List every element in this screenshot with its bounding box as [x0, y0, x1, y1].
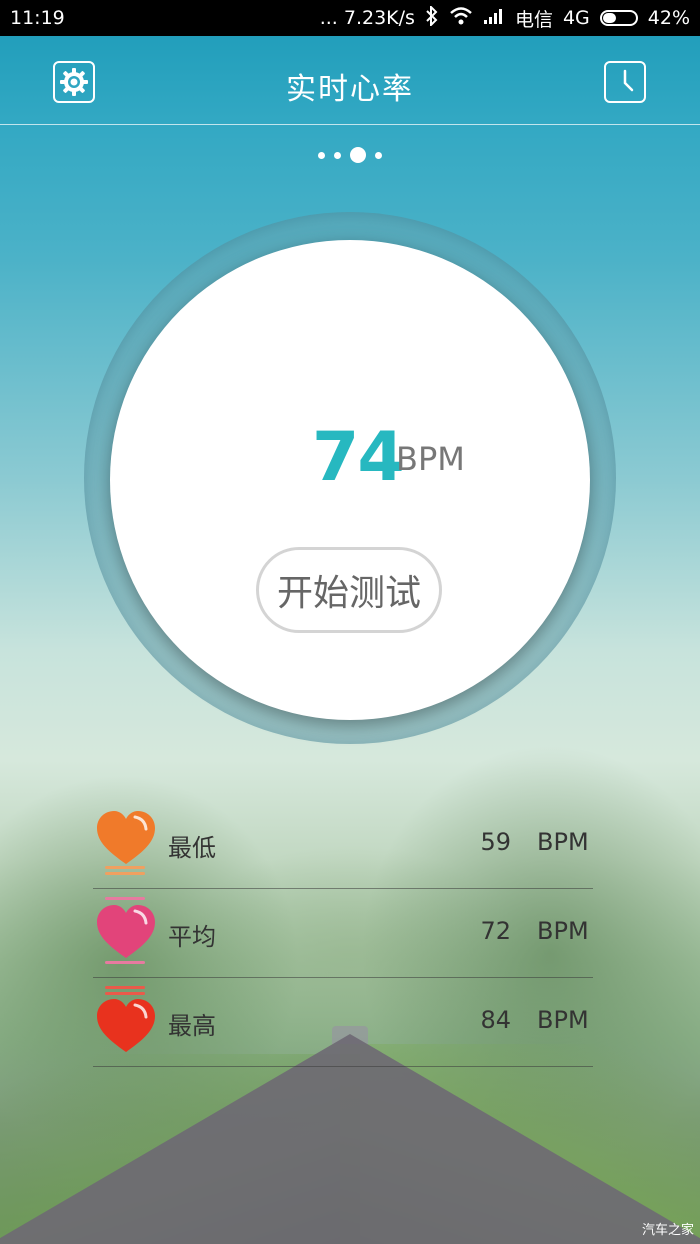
carrier-name: 电信 — [514, 8, 553, 31]
page-dot[interactable] — [375, 151, 382, 159]
heart-rate-stats: 最低 59 BPM 平均 72 BPM 最高 84 BPM — [93, 800, 593, 1067]
stat-value: 84 — [480, 1006, 511, 1034]
clock-icon — [623, 69, 634, 92]
app-bar: 实时心率 — [0, 36, 700, 125]
network-speed: ... 7.23K/s — [319, 7, 415, 29]
bluetooth-icon — [425, 4, 439, 31]
heart-average-icon — [97, 897, 155, 964]
signal-icon — [483, 7, 505, 30]
page-dot-active[interactable] — [350, 147, 366, 163]
history-button[interactable] — [604, 61, 646, 103]
stat-value: 59 — [480, 828, 511, 856]
page-dot[interactable] — [318, 151, 325, 159]
battery-icon — [599, 10, 638, 26]
status-time: 11:19 — [10, 7, 65, 29]
page-title: 实时心率 — [286, 72, 414, 107]
wifi-icon — [449, 6, 473, 30]
battery-percent: 42% — [647, 7, 690, 29]
heart-rate-value: 74 — [312, 418, 405, 497]
page-dot[interactable] — [334, 151, 341, 159]
heart-high-icon — [97, 986, 155, 1052]
heart-rate-unit: BPM — [396, 440, 465, 478]
stat-value: 72 — [480, 917, 511, 945]
stat-unit: BPM — [537, 917, 589, 945]
network-type: 4G — [562, 7, 590, 29]
stat-label: 最低 — [168, 834, 216, 862]
heart-low-icon — [97, 811, 155, 875]
stat-row-max: 最高 84 BPM — [93, 978, 593, 1067]
start-test-button[interactable]: 开始测试 — [256, 547, 442, 633]
stat-label: 最高 — [168, 1012, 216, 1040]
stat-row-avg: 平均 72 BPM — [93, 889, 593, 978]
stat-label: 平均 — [168, 923, 216, 951]
watermark: 汽车之家 — [641, 1223, 694, 1238]
page-indicator — [0, 147, 700, 163]
stat-row-min: 最低 59 BPM — [93, 800, 593, 889]
status-bar: 11:19 ... 7.23K/s 电信 4G 42% — [0, 0, 700, 36]
stat-unit: BPM — [537, 1006, 589, 1034]
stat-unit: BPM — [537, 828, 589, 856]
